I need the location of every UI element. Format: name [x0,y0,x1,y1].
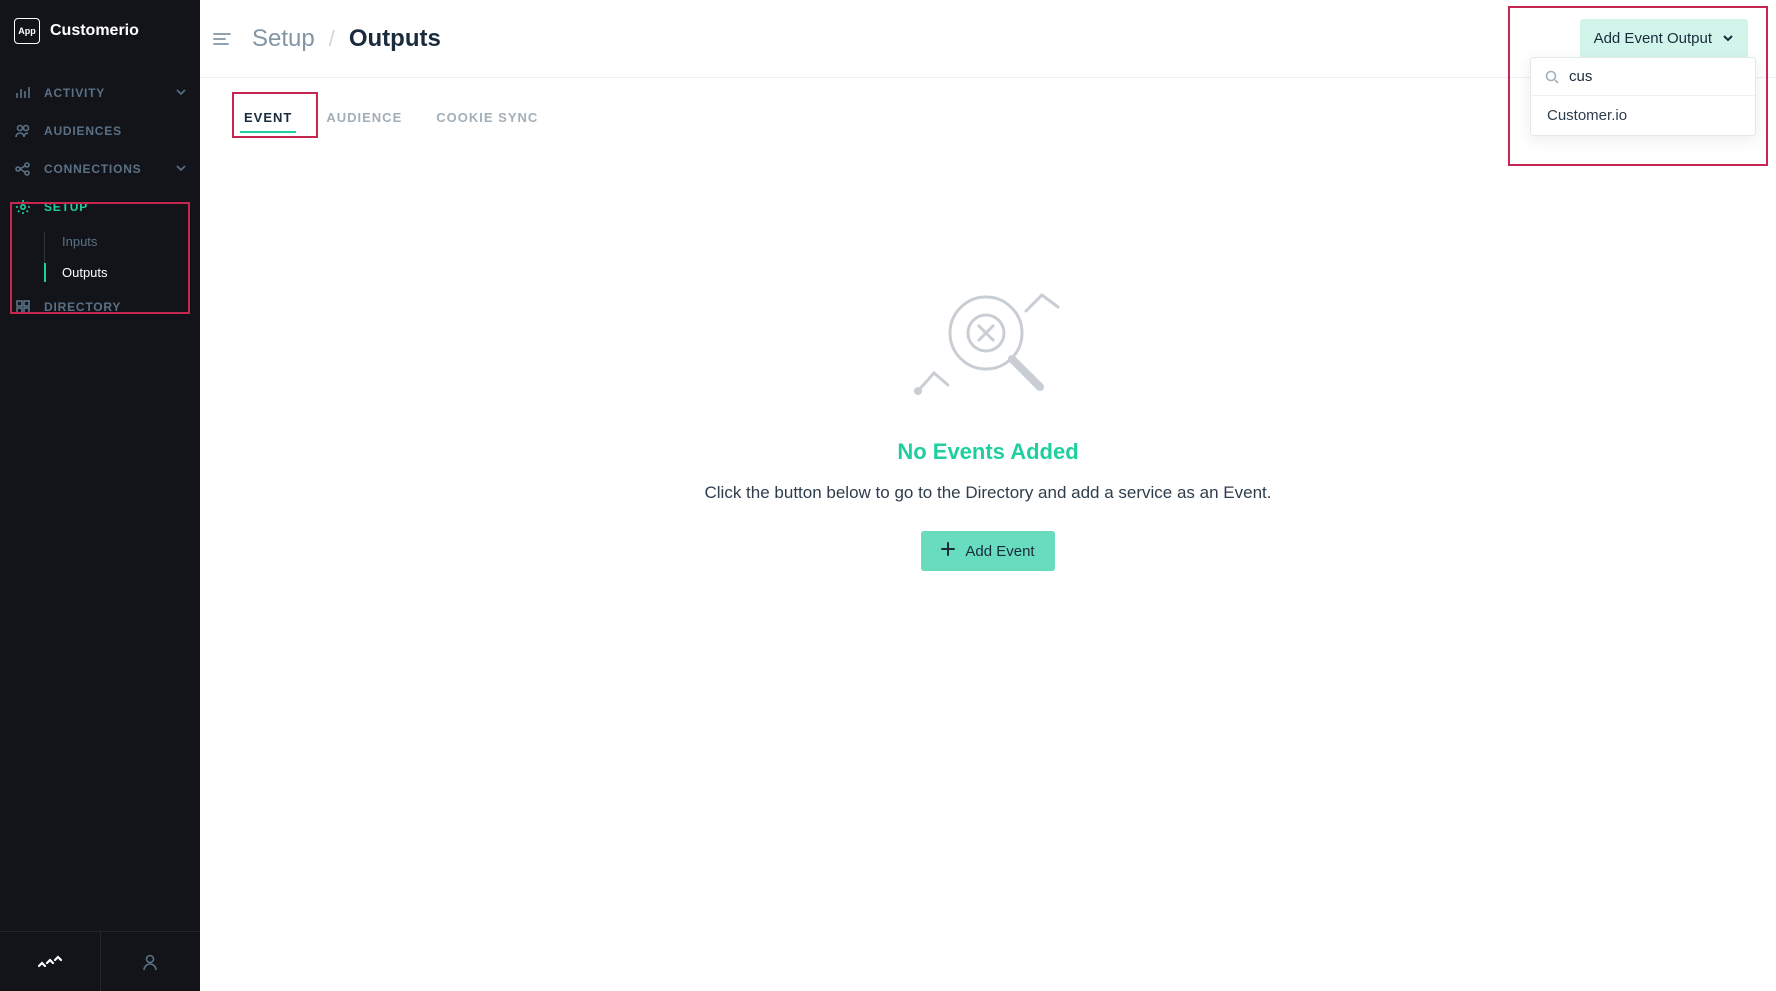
chevron-down-icon [176,86,186,100]
nav-setup-outputs[interactable]: Outputs [44,257,200,288]
gear-icon [14,199,32,215]
sidebar-bottom [0,931,200,991]
search-icon [1545,70,1559,84]
dropdown-option-customerio[interactable]: Customer.io [1531,96,1755,135]
app-name: Customerio [50,22,139,40]
tab-event[interactable]: Event [240,102,296,141]
nodes-icon [14,161,32,177]
nav-connections[interactable]: Connections [0,150,200,188]
menu-toggle-button[interactable] [210,27,234,51]
sidebar-nav: Activity Audiences Connections [0,74,200,931]
breadcrumb-current: Outputs [349,25,441,53]
add-event-label: Add Event [965,543,1034,560]
sidebar-bottom-user[interactable] [101,932,201,991]
empty-state-description: Click the button below to go to the Dire… [705,483,1272,503]
dropdown-search-input[interactable] [1569,68,1741,85]
nav-setup-subnav: Inputs Outputs [0,226,200,288]
user-icon [141,953,159,971]
nav-setup-label: Setup [44,200,88,214]
nav-directory[interactable]: Directory [0,288,200,326]
chevron-down-icon [176,162,186,176]
content-empty-state: No Events Added Click the button below t… [200,141,1776,991]
nav-audiences-label: Audiences [44,124,122,138]
sidebar-header: App Customerio [0,0,200,74]
grid-icon [14,299,32,315]
app-badge-icon: App [14,18,40,44]
bars-icon [14,85,32,101]
sidebar-bottom-brand[interactable] [0,932,101,991]
tab-audience[interactable]: Audience [322,102,406,141]
main: Setup / Outputs Add Event Output Custome… [200,0,1776,991]
breadcrumb-parent[interactable]: Setup [252,25,315,53]
add-output-dropdown: Customer.io [1530,57,1756,136]
add-event-output-label: Add Event Output [1594,30,1712,47]
sidebar: App Customerio Activity Audiences [0,0,200,991]
tab-cookie-sync[interactable]: Cookie Sync [432,102,542,141]
add-event-button[interactable]: Add Event [921,531,1054,571]
wave-icon [38,954,62,970]
people-icon [14,123,32,139]
nav-activity-label: Activity [44,86,105,100]
nav-setup-inputs[interactable]: Inputs [44,226,200,257]
dropdown-search [1531,58,1755,96]
nav-connections-label: Connections [44,162,141,176]
plus-icon [941,542,955,560]
chevron-down-icon [1722,32,1734,46]
empty-state-title: No Events Added [897,439,1078,465]
breadcrumb-separator: / [329,26,335,52]
nav-audiences[interactable]: Audiences [0,112,200,150]
menu-lines-icon [213,32,231,46]
topbar: Setup / Outputs Add Event Output Custome… [200,0,1776,78]
nav-directory-label: Directory [44,300,121,314]
add-event-output-button[interactable]: Add Event Output [1580,19,1748,58]
nav-activity[interactable]: Activity [0,74,200,112]
nav-setup[interactable]: Setup [0,188,200,226]
breadcrumb: Setup / Outputs [252,25,441,53]
empty-illustration [908,281,1068,411]
